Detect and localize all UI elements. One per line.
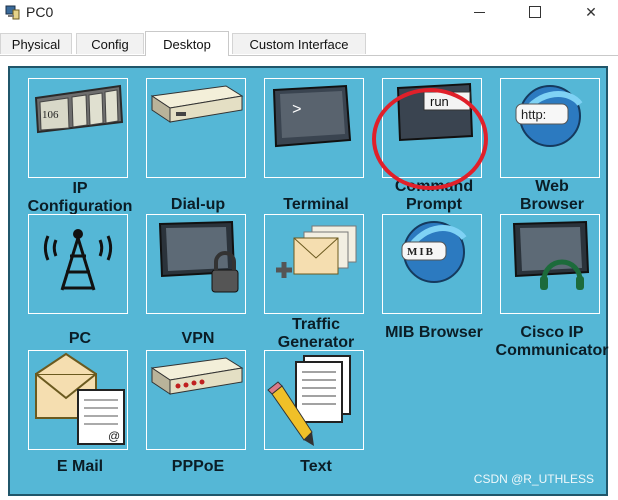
minimize-icon <box>473 11 485 13</box>
window-title: PC0 <box>26 4 54 20</box>
tab-label: Config <box>91 36 129 52</box>
tab-desktop[interactable]: Desktop <box>145 31 229 56</box>
app-label: Command Prompt <box>394 178 474 213</box>
close-button[interactable]: ✕ <box>568 0 614 24</box>
cisco-ip-communicator-icon <box>512 220 590 290</box>
title-bar: PC0 ✕ <box>0 0 618 26</box>
close-icon: ✕ <box>585 3 597 20</box>
app-label: IP Configuration <box>27 180 133 215</box>
maximize-icon <box>529 6 541 18</box>
app-label: Web Browser <box>519 178 585 213</box>
wireless-tower-icon <box>43 229 113 291</box>
command-prompt-icon: run <box>396 82 474 142</box>
web-browser-icon: http: <box>515 85 583 147</box>
tab-label: Custom Interface <box>249 36 349 52</box>
run-text: run <box>430 94 449 109</box>
pppoe-device-icon <box>150 357 244 395</box>
tab-label: Physical <box>11 36 61 52</box>
ip-octet-text: 106 <box>42 109 59 121</box>
tab-bar: Physical Config Desktop Custom Interface <box>0 31 618 56</box>
email-icon: @ <box>35 352 125 445</box>
tab-label: Desktop <box>163 36 211 52</box>
app-label: E Mail <box>56 458 104 475</box>
desktop-panel: 106 IP Configuration Dial-up > Terminal r… <box>8 66 608 496</box>
app-label: MIB Browser <box>385 324 483 341</box>
tab-custom-interface[interactable]: Custom Interface <box>232 33 366 54</box>
app-label: PPPoE <box>171 458 225 475</box>
text-editor-icon <box>267 355 351 446</box>
tab-physical[interactable]: Physical <box>0 33 72 54</box>
mib-text: MIB <box>407 246 435 258</box>
app-label: Text <box>300 458 332 475</box>
vpn-lock-icon <box>158 220 239 293</box>
terminal-prompt-text: > <box>292 101 302 119</box>
app-label: Cisco IP Communicator <box>495 324 609 359</box>
mib-browser-icon: MIB <box>401 221 467 283</box>
at-sign-text: @ <box>108 429 120 443</box>
terminal-icon: > <box>272 84 352 148</box>
ip-configuration-icon: 106 <box>34 84 124 134</box>
packet-tracer-pc-icon <box>5 5 20 20</box>
http-text: http: <box>521 107 546 122</box>
maximize-button[interactable] <box>512 0 558 24</box>
traffic-generator-icon <box>276 225 357 278</box>
watermark: CSDN @R_UTHLESS <box>473 472 594 486</box>
dialup-modem-icon <box>150 85 244 123</box>
app-label: Traffic Generator <box>277 316 355 351</box>
tab-config[interactable]: Config <box>76 33 144 54</box>
minimize-button[interactable] <box>456 0 502 24</box>
